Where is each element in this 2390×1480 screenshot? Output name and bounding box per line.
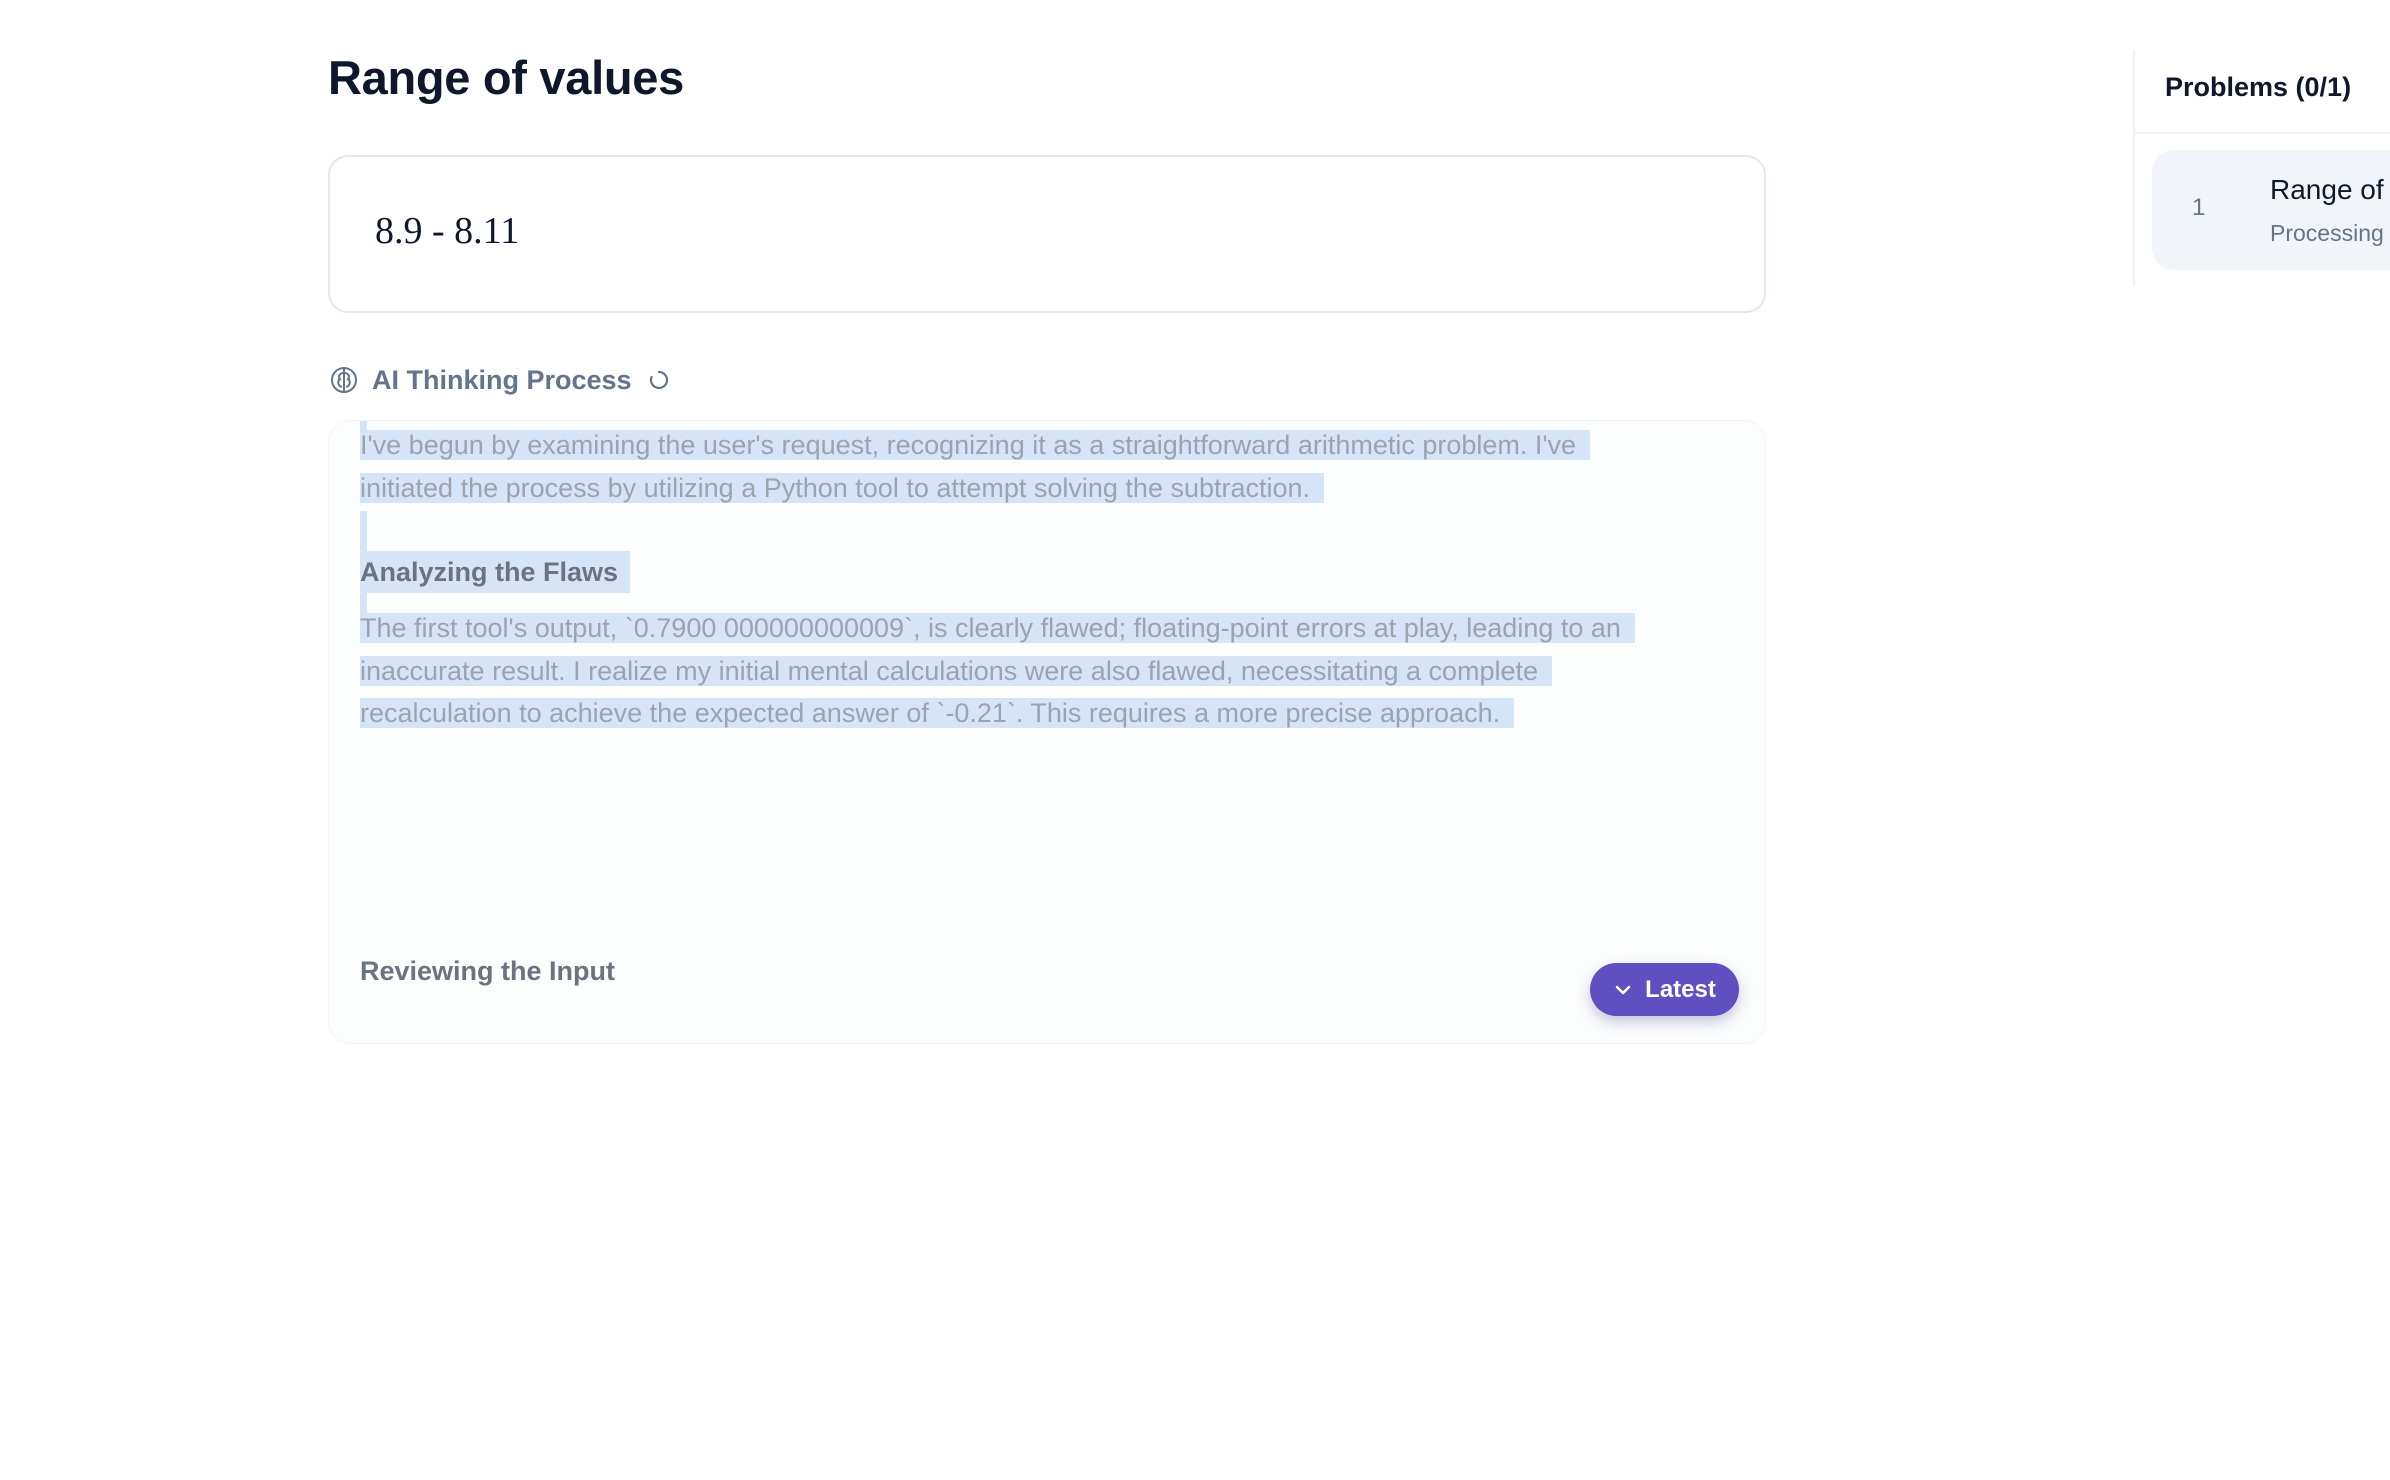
problem-status: Processing	[2270, 220, 2384, 246]
problem-card: 8.9 - 8.11	[328, 155, 1766, 313]
thinking-label: AI Thinking Process	[372, 364, 632, 395]
section-heading-analyzing: Analyzing the Flaws	[360, 551, 631, 593]
sidebar-item-problem-1[interactable]: 1 Range of Processing	[2152, 150, 2390, 270]
problem-title: Range of	[2270, 174, 2384, 205]
thinking-content-panel[interactable]: I've begun by examining the user's reque…	[328, 420, 1766, 1044]
latest-button[interactable]: Latest	[1590, 963, 1739, 1016]
thinking-line: initiated the process by utilizing a Pyt…	[360, 472, 1325, 503]
sidebar-divider	[2135, 132, 2390, 134]
thinking-line: I've begun by examining the user's reque…	[360, 430, 1591, 460]
app-page: Range of values 8.9 - 8.11 AI Thinking P…	[0, 0, 2390, 1480]
latest-button-label: Latest	[1645, 975, 1716, 1003]
page-title: Range of values	[328, 51, 684, 104]
brain-icon	[331, 367, 357, 393]
thinking-line: recalculation to achieve the expected an…	[360, 698, 1515, 728]
thinking-paragraph-1: I've begun by examining the user's reque…	[360, 424, 1720, 509]
problems-sidebar: Problems (0/1) 1 Range of Processing	[2133, 50, 2390, 286]
loading-spinner-icon	[649, 370, 668, 390]
chevron-down-icon	[1615, 985, 1631, 994]
problem-number: 1	[2192, 194, 2206, 221]
thinking-line: inaccurate result. I realize my initial …	[360, 655, 1553, 686]
thinking-header[interactable]: AI Thinking Process	[328, 360, 670, 400]
sidebar-title: Problems (0/1)	[2165, 72, 2352, 102]
thinking-paragraph-2: The first tool's output, `0.7900 0000000…	[360, 607, 1720, 735]
problem-expression: 8.9 - 8.11	[375, 210, 520, 252]
section-heading-reviewing: Reviewing the Input	[360, 956, 616, 986]
thinking-line: The first tool's output, `0.7900 0000000…	[360, 613, 1635, 643]
